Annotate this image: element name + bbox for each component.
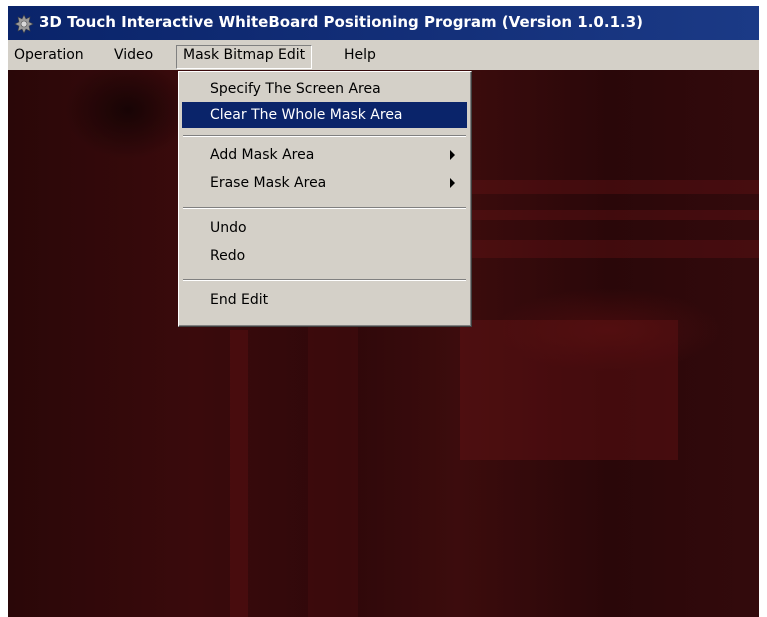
menu-mask-bitmap-edit[interactable]: Mask Bitmap Edit xyxy=(176,45,313,69)
menu-item-clear-whole-mask-area[interactable]: Clear The Whole Mask Area xyxy=(182,102,467,128)
menu-help[interactable]: Help xyxy=(344,46,376,68)
menu-video[interactable]: Video xyxy=(114,46,153,68)
menu-item-end-edit[interactable]: End Edit xyxy=(182,287,467,313)
video-artifact xyxy=(230,330,248,617)
menu-operation[interactable]: Operation xyxy=(14,46,84,68)
submenu-arrow-icon xyxy=(450,178,455,188)
app-window: 3D Touch Interactive WhiteBoard Position… xyxy=(8,6,759,617)
menu-item-redo[interactable]: Redo xyxy=(182,243,467,269)
menu-bar: Operation Video Mask Bitmap Edit Help xyxy=(8,40,759,70)
video-artifact xyxy=(428,180,759,194)
app-gear-icon xyxy=(14,14,34,34)
menu-item-erase-mask-area[interactable]: Erase Mask Area xyxy=(182,170,467,196)
menu-separator xyxy=(183,279,466,281)
menu-item-label: Clear The Whole Mask Area xyxy=(210,107,403,123)
video-artifact xyxy=(460,320,678,460)
menu-item-label: Redo xyxy=(210,248,246,264)
menu-item-specify-screen-area[interactable]: Specify The Screen Area xyxy=(182,76,467,102)
menu-item-label: Specify The Screen Area xyxy=(210,81,381,97)
window-title: 3D Touch Interactive WhiteBoard Position… xyxy=(39,13,643,31)
video-artifact xyxy=(308,300,358,617)
menu-item-label: Erase Mask Area xyxy=(210,175,327,191)
menu-item-label: End Edit xyxy=(210,292,269,308)
menu-separator xyxy=(183,135,466,137)
submenu-arrow-icon xyxy=(450,150,455,160)
title-bar[interactable]: 3D Touch Interactive WhiteBoard Position… xyxy=(8,6,759,40)
menu-item-undo[interactable]: Undo xyxy=(182,215,467,241)
menu-item-add-mask-area[interactable]: Add Mask Area xyxy=(182,142,467,168)
menu-item-label: Add Mask Area xyxy=(210,147,315,163)
menu-item-label: Undo xyxy=(210,220,247,236)
mask-bitmap-edit-dropdown: Specify The Screen Area Clear The Whole … xyxy=(178,71,472,327)
video-artifact xyxy=(448,240,759,258)
video-artifact xyxy=(438,210,759,220)
menu-separator xyxy=(183,207,466,209)
